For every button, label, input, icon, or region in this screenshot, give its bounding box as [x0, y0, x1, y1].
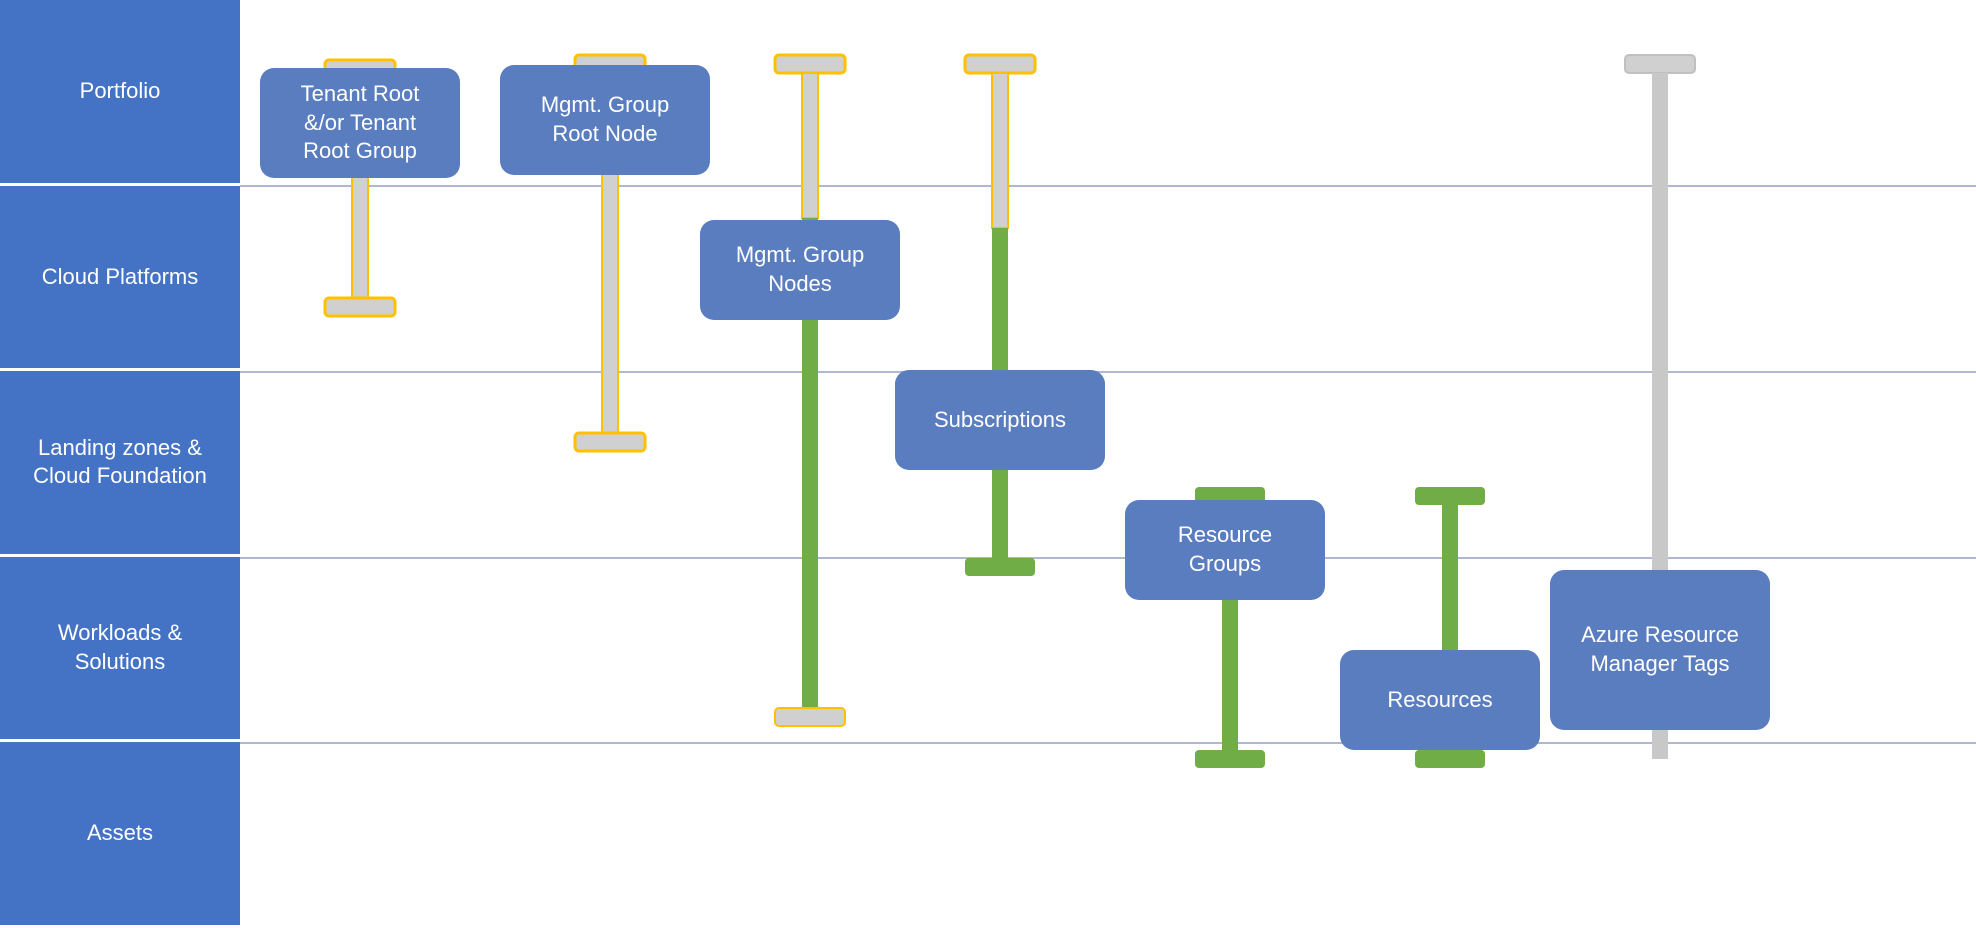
sidebar-row-assets: Assets [0, 742, 240, 928]
sidebar-label-portfolio: Portfolio [80, 77, 161, 106]
node-arm-tags: Azure Resource Manager Tags [1550, 570, 1770, 730]
sidebar: Portfolio Cloud Platforms Landing zones … [0, 0, 240, 928]
sidebar-row-portfolio: Portfolio [0, 0, 240, 186]
sidebar-row-landing-zones: Landing zones & Cloud Foundation [0, 371, 240, 557]
connector-mgmt-nodes [770, 55, 850, 755]
sidebar-label-cloud-platforms: Cloud Platforms [42, 263, 199, 292]
node-resource-groups: Resource Groups [1125, 500, 1325, 600]
node-resources: Resources [1340, 650, 1540, 750]
divider-3 [240, 557, 1976, 559]
node-mgmt-group-root: Mgmt. Group Root Node [500, 65, 710, 175]
node-mgmt-group-nodes: Mgmt. Group Nodes [700, 220, 900, 320]
divider-2 [240, 371, 1976, 373]
node-subscriptions: Subscriptions [895, 370, 1105, 470]
divider-4 [240, 742, 1976, 744]
sidebar-label-landing-zones: Landing zones & Cloud Foundation [10, 434, 230, 491]
connector-subscriptions [960, 55, 1040, 615]
node-tenant-root: Tenant Root &/or Tenant Root Group [260, 68, 460, 178]
sidebar-label-workloads: Workloads & Solutions [10, 619, 230, 676]
divider-1 [240, 185, 1976, 187]
sidebar-label-assets: Assets [87, 819, 153, 848]
diagram-container: Portfolio Cloud Platforms Landing zones … [0, 0, 1976, 928]
sidebar-row-cloud-platforms: Cloud Platforms [0, 186, 240, 372]
sidebar-row-workloads: Workloads & Solutions [0, 557, 240, 743]
main-area: Tenant Root &/or Tenant Root Group Mgmt.… [240, 0, 1976, 928]
